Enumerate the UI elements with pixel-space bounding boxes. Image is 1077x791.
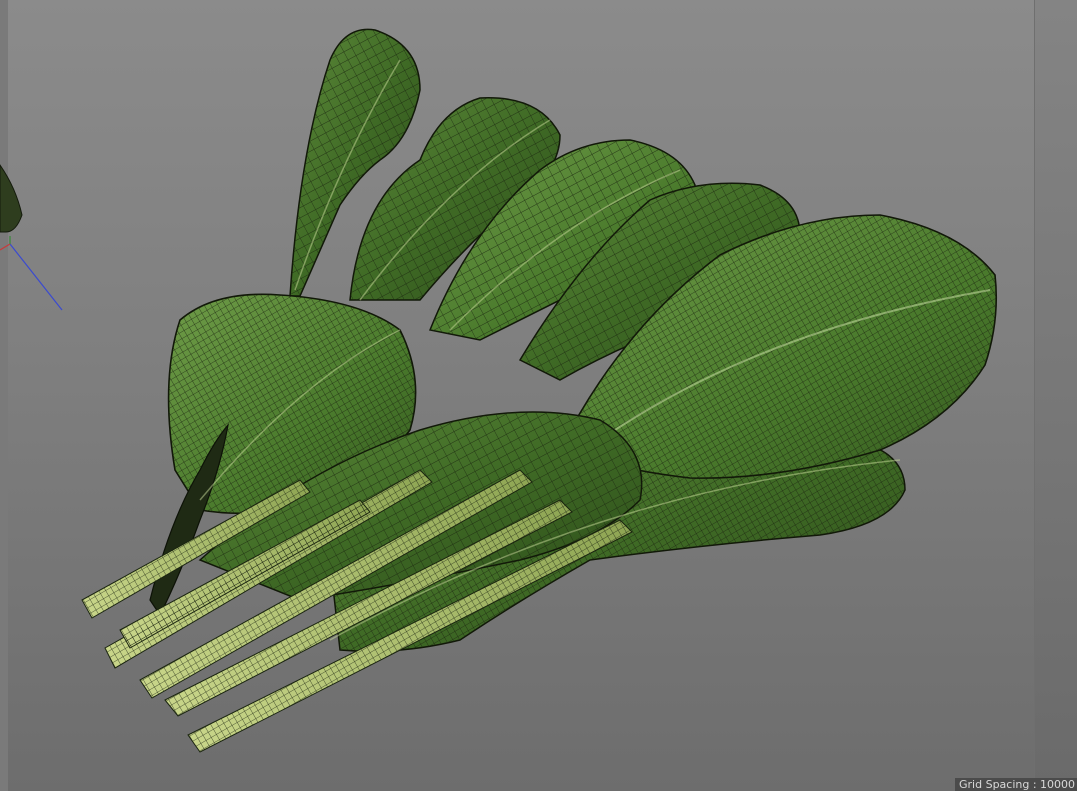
grid-spacing-readout: Grid Spacing : 10000 c <box>955 778 1077 791</box>
axis-gizmo-icon <box>0 164 63 311</box>
scene-canvas[interactable] <box>0 0 1077 791</box>
leafy-greens-mesh-icon[interactable] <box>81 28 998 753</box>
3d-viewport[interactable]: Grid Spacing : 10000 c <box>0 0 1077 791</box>
